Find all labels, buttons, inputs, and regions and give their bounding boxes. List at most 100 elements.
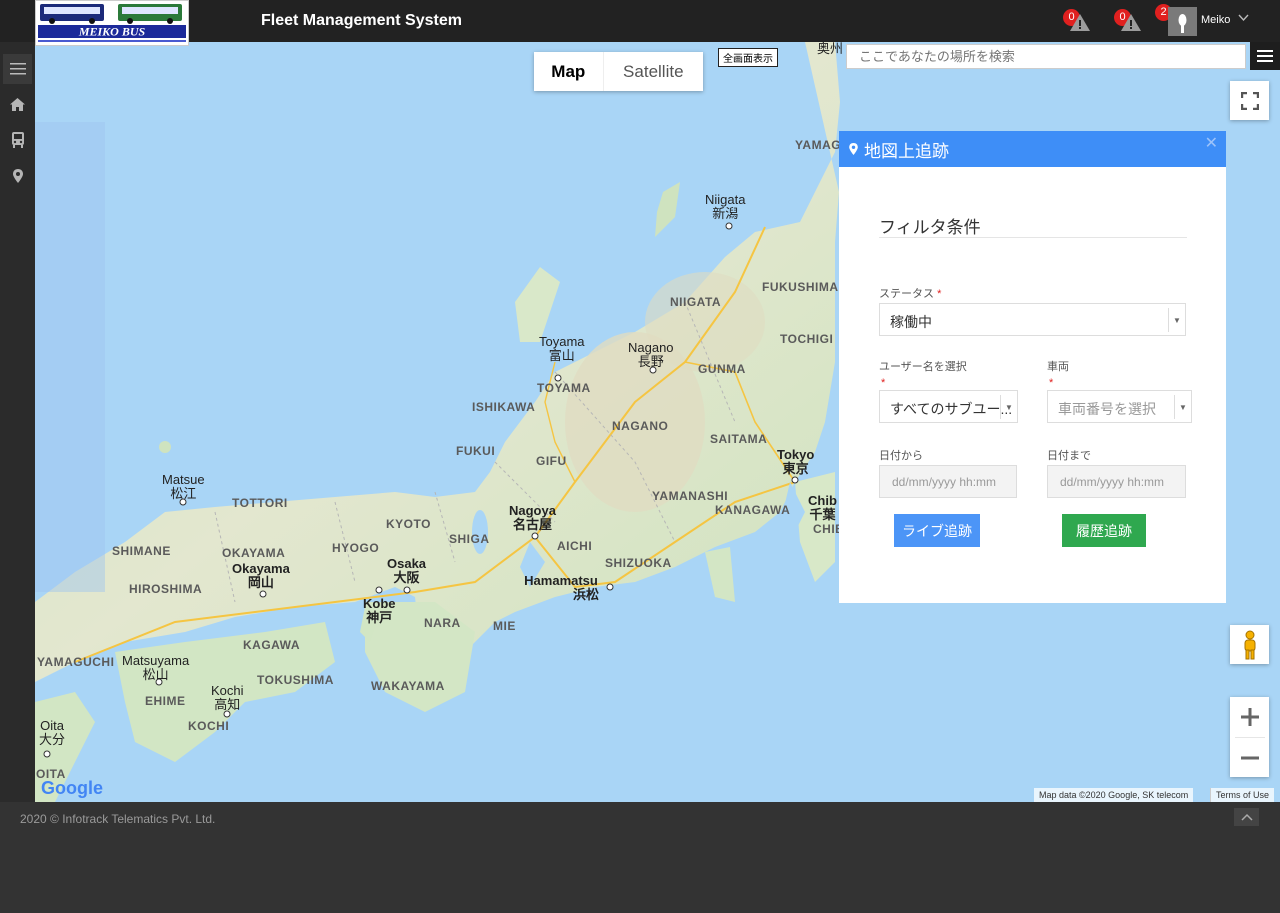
chevron-up-icon <box>1240 813 1253 821</box>
map-canvas[interactable]: YAMAG FUKUSHIMA NIIGATA TOCHIGI GUNMA TO… <box>35 42 1280 802</box>
required-mark: * <box>1049 377 1054 389</box>
date-from-input[interactable]: dd/mm/yyyy hh:mm <box>879 465 1017 498</box>
plus-icon <box>1240 708 1259 726</box>
map-label-okayama-pref: OKAYAMA <box>222 546 286 560</box>
map-label-yamanashi: YAMANASHI <box>652 489 729 503</box>
map-label-tottori: TOTTORI <box>232 496 288 510</box>
map-attribution: Map data ©2020 Google, SK telecom <box>1034 788 1194 802</box>
map-label-aichi: AICHI <box>557 539 593 553</box>
required-mark: * <box>881 377 886 389</box>
map-city-niigata: Niigata 新潟 <box>705 192 746 221</box>
fullscreen-icon <box>1240 91 1259 110</box>
panel-title: 地図上追跡 <box>864 141 949 161</box>
map-label-niigata-pref: NIIGATA <box>670 295 722 309</box>
sidebar-item-menu[interactable] <box>3 54 32 84</box>
date-from-label: 日付から <box>879 450 923 462</box>
bus-logo-image: MEIKO BUS <box>38 4 186 42</box>
google-logo[interactable]: Google <box>41 778 103 799</box>
map-label-kochi-pref: KOCHI <box>188 719 230 733</box>
map-label-gifu: GIFU <box>536 454 567 468</box>
map-type-toggle: Map Satellite <box>534 52 703 91</box>
minus-icon <box>1240 756 1259 759</box>
sidebar-item-bus[interactable] <box>0 123 35 157</box>
map-label-shiga: SHIGA <box>449 532 490 546</box>
map-city-matsue: Matsue 松江 <box>162 472 205 501</box>
map-label-toyama-pref: TOYAMA <box>537 381 591 395</box>
pegman-icon <box>1244 630 1255 659</box>
menu-icon <box>1257 50 1273 62</box>
map-label-gunma: GUNMA <box>698 362 746 376</box>
map-type-satellite-button[interactable]: Satellite <box>602 52 703 91</box>
map-city-tokyo: Tokyo 東京 <box>777 447 815 476</box>
filter-title: フィルタ条件 <box>879 218 981 237</box>
map-label-shimane: SHIMANE <box>112 544 171 558</box>
zoom-control <box>1230 697 1269 777</box>
sidebar <box>0 42 35 802</box>
location-search-input[interactable] <box>846 44 1246 69</box>
map-city-toyama: Toyama 富山 <box>539 334 585 363</box>
map-city-nagoya: Nagoya 名古屋 <box>509 503 556 532</box>
map-city-kobe: Kobe 神戸 <box>363 596 396 625</box>
top-header-bar: Fleet Management System 0 0 2 Meiko <box>0 0 1280 42</box>
bus-icon <box>11 132 24 148</box>
close-icon[interactable]: ✕ <box>1205 133 1218 153</box>
fullscreen-button[interactable] <box>1230 81 1269 120</box>
map-city-oshu: 奥州 <box>817 42 844 56</box>
street-view-button[interactable] <box>1230 625 1269 664</box>
map-type-map-button[interactable]: Map <box>534 52 603 91</box>
vehicle-select[interactable]: 車両番号を選択 ▼ <box>1047 390 1192 423</box>
dropdown-arrow-icon: ▼ <box>1174 395 1191 419</box>
zoom-out-button[interactable] <box>1230 738 1269 777</box>
user-label: ユーザー名を選択 <box>879 361 967 373</box>
map-label-yamagata: YAMAG <box>795 138 842 152</box>
map-label-nagano-pref: NAGANO <box>612 419 669 433</box>
live-tracking-button[interactable]: ライブ追跡 <box>894 514 980 547</box>
map-marker-icon <box>12 169 23 183</box>
map-marker-icon <box>849 143 858 155</box>
scroll-top-button[interactable] <box>1234 808 1259 826</box>
map-label-tokushima: TOKUSHIMA <box>257 673 334 687</box>
chevron-down-icon[interactable] <box>1238 14 1249 22</box>
date-to-input[interactable]: dd/mm/yyyy hh:mm <box>1047 465 1186 498</box>
map-label-fukui: FUKUI <box>456 444 496 458</box>
map-label-saitama: SAITAMA <box>710 432 768 446</box>
company-logo[interactable]: MEIKO BUS <box>35 0 189 46</box>
map-label-kanagawa: KANAGAWA <box>715 503 791 517</box>
map-city-kochi: Kochi 高知 <box>211 683 244 712</box>
map-label-wakayama: WAKAYAMA <box>371 679 445 693</box>
fullscreen-text-button[interactable]: 全画面表示 <box>718 48 778 67</box>
terms-of-use-link[interactable]: Terms of Use <box>1210 788 1275 802</box>
home-icon <box>10 97 25 111</box>
sidebar-item-home[interactable] <box>0 87 35 121</box>
vehicle-label: 車両 <box>1047 361 1069 373</box>
dropdown-arrow-icon: ▼ <box>1168 308 1185 332</box>
dropdown-arrow-icon: ▼ <box>1000 395 1017 419</box>
warning-icon[interactable] <box>1120 12 1142 32</box>
avatar[interactable] <box>1168 7 1197 36</box>
map-label-ehime: EHIME <box>145 694 186 708</box>
zoom-in-button[interactable] <box>1230 697 1269 737</box>
user-select[interactable]: すべてのサブユー... ▼ <box>879 390 1018 423</box>
panel-header: 地図上追跡 ✕ <box>839 131 1226 167</box>
map-menu-button[interactable] <box>1250 42 1280 70</box>
sidebar-item-location[interactable] <box>0 159 35 193</box>
copyright-text: 2020 © Infotrack Telematics Pvt. Ltd. <box>20 812 216 826</box>
map-city-osaka: Osaka 大阪 <box>387 556 427 585</box>
status-select[interactable]: 稼働中 ▼ <box>879 303 1186 336</box>
map-label-yamaguchi: YAMAGUCHI <box>37 655 115 669</box>
divider <box>879 237 1187 238</box>
warning-icon[interactable] <box>1069 12 1091 32</box>
status-label: ステータス * <box>879 288 942 300</box>
date-to-label: 日付まで <box>1047 450 1091 462</box>
user-avatar-icon <box>1178 14 1187 33</box>
menu-icon <box>9 63 26 75</box>
username[interactable]: Meiko <box>1201 14 1230 26</box>
map-label-mie: MIE <box>493 619 516 633</box>
map-label-kagawa: KAGAWA <box>243 638 300 652</box>
map-label-fukushima: FUKUSHIMA <box>762 280 839 294</box>
map-tracking-panel: 地図上追跡 ✕ フィルタ条件 ステータス * 稼働中 ▼ ユーザー名を選択 * … <box>839 131 1226 603</box>
map-city-oita: Oita 大分 <box>39 718 66 747</box>
map-label-hiroshima: HIROSHIMA <box>129 582 203 596</box>
history-tracking-button[interactable]: 履歴追跡 <box>1062 514 1146 547</box>
map-label-tochigi: TOCHIGI <box>780 332 834 346</box>
